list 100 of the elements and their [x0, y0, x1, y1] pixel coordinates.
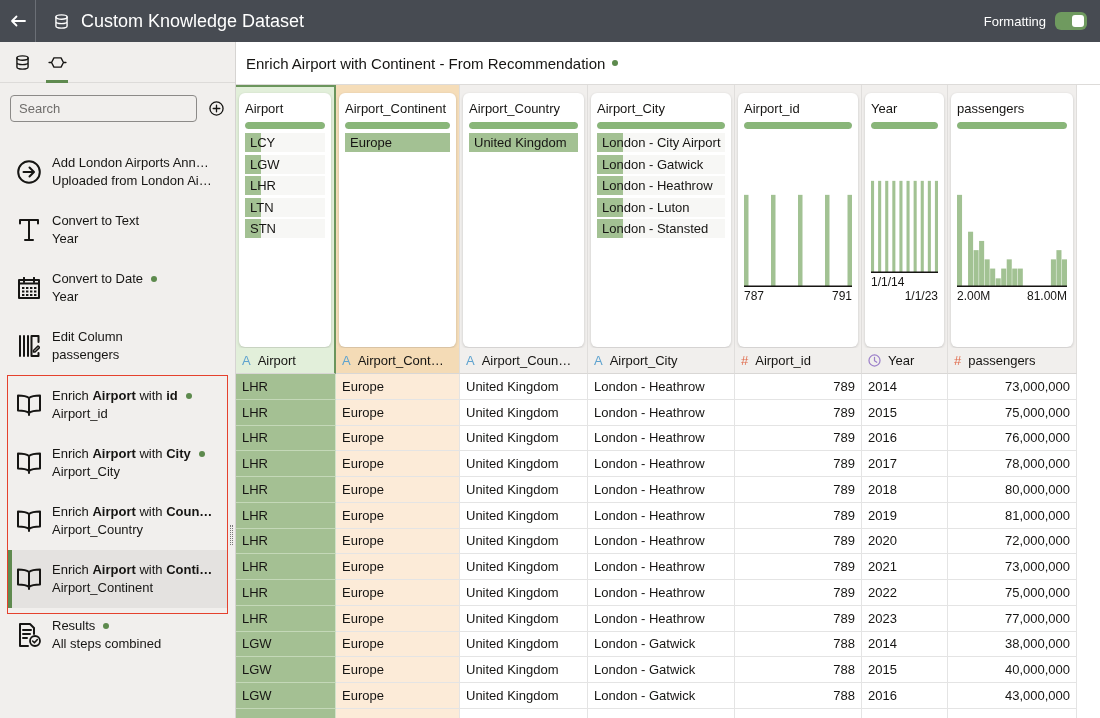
- table-cell: 2018: [862, 477, 948, 503]
- step-item[interactable]: Enrich Airport with Conti… Airport_Continent: [8, 550, 227, 608]
- step-item[interactable]: Add London Airports Ann… Uploaded from London Ai…: [8, 143, 227, 201]
- step-item[interactable]: Edit Column passengers: [8, 317, 227, 375]
- table-cell: 789: [735, 528, 862, 555]
- step-item[interactable]: Enrich Airport with City Airport_City: [8, 434, 227, 492]
- table-cell: 2022: [862, 580, 948, 606]
- resize-handle-icon[interactable]: [230, 525, 233, 545]
- column-name: Airport_Continent: [345, 101, 447, 117]
- type-symbol: A: [342, 353, 351, 368]
- column-header[interactable]: A Airport_Cont…: [336, 348, 460, 374]
- column-header[interactable]: A Airport: [236, 348, 336, 374]
- database-icon: [55, 13, 68, 29]
- capsule-icon: [47, 57, 67, 68]
- axis-label: 791: [831, 289, 852, 303]
- table-cell: Europe: [336, 477, 460, 503]
- search-field[interactable]: Search: [10, 95, 197, 122]
- table-cell: 75,000,000: [948, 580, 1077, 606]
- column-header[interactable]: # passengers: [948, 348, 1077, 374]
- table-cell: 2014: [862, 374, 948, 400]
- value-label: London - Stansted: [601, 221, 709, 236]
- table-cell: United Kingdom: [460, 502, 588, 529]
- axis-label: 787: [744, 289, 765, 303]
- column-header[interactable]: # Airport_id: [735, 348, 862, 374]
- column-header[interactable]: Year: [862, 348, 948, 374]
- table-cell: Europe: [336, 399, 460, 426]
- table-cell: 72,000,000: [948, 528, 1077, 555]
- table-cell: Europe: [336, 631, 460, 658]
- table-cell: 789: [735, 580, 862, 606]
- step-item[interactable]: Enrich Airport with Coun… Airport_Country: [8, 492, 227, 550]
- axis-label: 1/1/14: [871, 275, 905, 289]
- table-cell: London - Gatwick: [588, 683, 735, 709]
- table-cell: Europe: [336, 605, 460, 632]
- table-cell: United Kingdom: [460, 580, 588, 606]
- table-cell: LGW: [236, 683, 336, 709]
- table-cell: 76,000,000: [948, 425, 1077, 452]
- table-cell: United Kingdom: [460, 425, 588, 452]
- arrow-circle-icon: [17, 160, 41, 184]
- value-label: London - Heathrow: [601, 178, 713, 193]
- step-item[interactable]: Results All steps combined: [8, 606, 227, 664]
- table-cell: LHR: [236, 605, 336, 632]
- table-cell: Europe: [336, 502, 460, 529]
- column-name: Airport: [245, 101, 284, 117]
- step-subtitle: Year: [52, 288, 79, 306]
- book-icon: [17, 510, 41, 532]
- table-cell: London - Heathrow: [588, 477, 735, 503]
- table-cell: LHR: [236, 425, 336, 452]
- axis-label: 1/1/23: [904, 289, 938, 303]
- table-cell: LHR: [236, 399, 336, 426]
- step-item[interactable]: Convert to Text Year: [8, 201, 227, 259]
- table-cell: United Kingdom: [460, 657, 588, 683]
- table-cell: LHR: [236, 451, 336, 477]
- letter-t-icon: [19, 219, 39, 241]
- table-cell: United Kingdom: [460, 374, 588, 400]
- table-cell: 78,000,000: [948, 451, 1077, 477]
- value-label: London - Gatwick: [601, 156, 704, 172]
- step-subtitle: Uploaded from London Ai…: [52, 172, 212, 190]
- table-cell: 38,000,000: [948, 631, 1077, 658]
- table-cell: Europe: [336, 451, 460, 477]
- step-subtitle: Airport_Country: [52, 521, 144, 539]
- table-cell: London - Heathrow: [588, 425, 735, 452]
- column-name: Airport_City: [597, 101, 665, 117]
- table-cell: 40,000,000: [948, 657, 1077, 683]
- value-label: LCY: [249, 135, 276, 150]
- type-symbol: A: [594, 353, 603, 368]
- type-symbol: A: [242, 353, 251, 368]
- step-item[interactable]: Convert to Date Year: [8, 259, 227, 317]
- value-label: LHR: [249, 178, 276, 193]
- table-cell: 73,000,000: [948, 554, 1077, 580]
- table-cell: London - Heathrow: [588, 399, 735, 426]
- table-cell: 2015: [862, 657, 948, 683]
- column-header[interactable]: A Airport_City: [588, 348, 735, 374]
- table-cell: LHR: [236, 502, 336, 529]
- book-icon: [17, 394, 41, 416]
- table-cell: United Kingdom: [460, 605, 588, 632]
- step-title: Convert to Text: [52, 212, 140, 230]
- table-cell: LGW: [236, 631, 336, 658]
- table-cell: London - Heathrow: [588, 502, 735, 529]
- step-item[interactable]: Enrich Airport with id Airport_id: [8, 376, 227, 434]
- table-cell: LHR: [236, 554, 336, 580]
- value-label: LGW: [249, 156, 280, 172]
- step-header-title: Enrich Airport with Continent - From Recommendation: [246, 54, 606, 72]
- formatting-toggle[interactable]: [1055, 12, 1087, 30]
- table-cell: Europe: [336, 657, 460, 683]
- step-subtitle: Airport_City: [52, 463, 120, 481]
- column-header[interactable]: A Airport_Coun…: [460, 348, 588, 374]
- table-cell: 75,000,000: [948, 399, 1077, 426]
- type-symbol: #: [741, 353, 749, 368]
- table-cell: Europe: [336, 580, 460, 606]
- plus-circle-icon[interactable]: [209, 101, 224, 116]
- table-cell: United Kingdom: [460, 528, 588, 555]
- back-arrow-icon[interactable]: [9, 15, 26, 27]
- step-subtitle: Airport_id: [52, 405, 108, 423]
- table-cell: LGW: [236, 657, 336, 683]
- table-cell: London - Heathrow: [588, 528, 735, 555]
- table-cell: London - Heathrow: [588, 554, 735, 580]
- table-cell: London - Heathrow: [588, 580, 735, 606]
- table-cell: 789: [735, 477, 862, 503]
- step-subtitle: Year: [52, 230, 79, 248]
- table-cell: United Kingdom: [460, 451, 588, 477]
